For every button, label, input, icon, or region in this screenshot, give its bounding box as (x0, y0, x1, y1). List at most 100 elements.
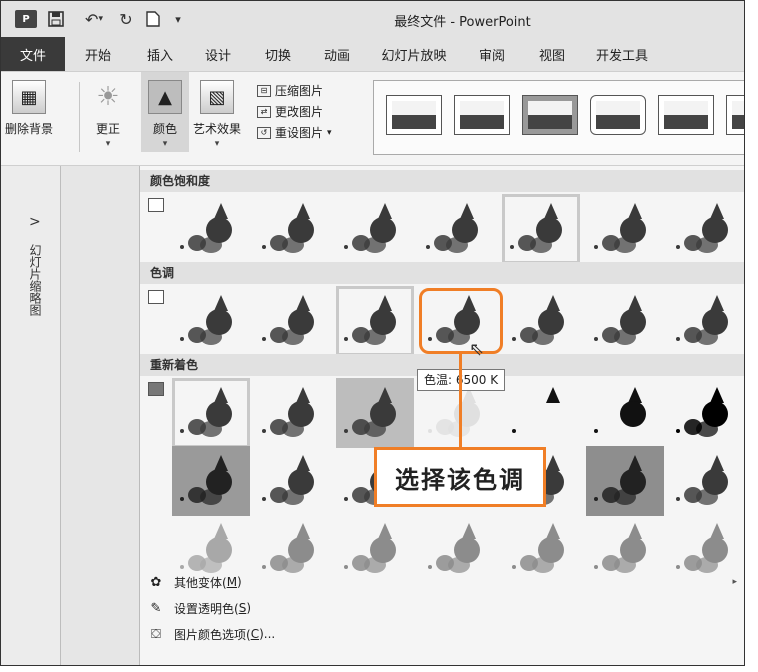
set-transparent-label: 设置透明色( (174, 601, 239, 616)
color-options-ellipsis: )... (259, 627, 276, 641)
color-options-label: 图片颜色选项( (174, 627, 251, 642)
saturation-header: 颜色饱和度 (140, 170, 744, 192)
remove-background-button[interactable]: ▦ 删除背景 (5, 80, 53, 137)
compress-label: 压缩图片 (275, 84, 324, 98)
picture-adjust-list: ⊟ 压缩图片 ⇄ 更改图片 ↺ 重设图片 ▾ (257, 82, 332, 141)
corrections-label: 更正 (95, 122, 120, 136)
picture-color-options-menu-item[interactable]: ⛋ 图片颜色选项(C)... (140, 622, 744, 646)
reset-picture-icon: ↺ (257, 126, 271, 139)
color-options-accel-key: C (250, 627, 260, 641)
recolor-grayscale-thumb[interactable] (254, 378, 332, 448)
recolor-none-thumb[interactable] (172, 378, 250, 448)
tone-current-thumb[interactable] (336, 286, 414, 356)
tab-animations[interactable]: 动画 (309, 37, 365, 71)
callout-connector (459, 353, 462, 447)
more-variants-menu-item[interactable]: ✿ 其他变体(M) ▸ (140, 570, 744, 594)
submenu-arrow-icon: ▸ (732, 577, 737, 587)
recolor-dark-thumb[interactable] (586, 446, 664, 516)
tone-thumb[interactable] (254, 286, 332, 356)
corrections-button[interactable]: ☀ 更正 ▾ (91, 80, 125, 149)
more-variants-accel-key: M (226, 575, 238, 589)
saturation-33-thumb[interactable] (254, 194, 332, 264)
picture-style-thumb[interactable] (454, 95, 510, 135)
dropdown-caret-icon: ▾ (214, 139, 220, 149)
title-bar: P ↶ ▾ ↻ ▾ 最终文件 - PowerPoint (1, 1, 744, 37)
artistic-effects-button[interactable]: ▧ 艺术效果 ▾ (193, 80, 241, 149)
more-variants-label: 其他变体( (174, 575, 227, 590)
picture-style-thumb[interactable] (590, 95, 646, 135)
recolor-bw75-thumb[interactable] (668, 378, 744, 448)
picture-style-thumb[interactable] (522, 95, 578, 135)
set-transparent-menu-item[interactable]: ✎ 设置透明色(S) (140, 596, 744, 620)
change-picture-icon: ⇄ (257, 105, 271, 118)
reset-label: 重设图片 (275, 126, 324, 140)
tab-design[interactable]: 设计 (189, 37, 247, 71)
color-button[interactable]: ▲ 颜色 ▾ (141, 72, 189, 152)
recolor-bw25-thumb[interactable] (504, 378, 582, 448)
slide-area-background (61, 166, 139, 665)
selected-tone-highlight (419, 288, 503, 354)
artistic-effects-icon: ▧ (200, 80, 234, 114)
dropdown-caret-icon: ▾ (327, 127, 332, 138)
dropdown-caret-icon: ▾ (162, 139, 168, 149)
expand-pane-chevron-icon[interactable]: > (29, 214, 41, 230)
compress-pictures-button[interactable]: ⊟ 压缩图片 (257, 82, 332, 99)
saturation-400-thumb[interactable] (668, 194, 744, 264)
picture-style-thumb[interactable] (726, 95, 744, 135)
picture-styles-gallery (373, 80, 744, 155)
powerpoint-window: P ↶ ▾ ↻ ▾ 最终文件 - PowerPoint 文件 开始 插入 设计 切… (0, 0, 745, 666)
tone-header: 色调 (140, 262, 744, 284)
tab-insert[interactable]: 插入 (131, 37, 189, 71)
color-label: 颜色 (152, 122, 177, 136)
remove-background-label: 删除背景 (5, 122, 54, 136)
set-transparent-paren: ) (246, 601, 251, 615)
tab-file[interactable]: 文件 (1, 37, 65, 71)
color-wheel-icon: ✿ (150, 574, 162, 590)
more-variants-paren: ) (237, 575, 242, 589)
compress-icon: ⊟ (257, 84, 271, 97)
saturation-66-thumb[interactable] (336, 194, 414, 264)
reset-picture-button[interactable]: ↺ 重设图片 ▾ (257, 124, 332, 141)
saturation-0-thumb[interactable] (172, 194, 250, 264)
saturation-options-icon (148, 198, 164, 212)
instruction-callout: 选择该色调 (374, 447, 546, 507)
tab-home[interactable]: 开始 (65, 37, 131, 71)
change-label: 更改图片 (275, 105, 324, 119)
color-dropdown-gallery: 颜色饱和度 色调 重新着色 ✿ 其他变体(M) ▸ ✎ 设置透明色(S)… (139, 166, 744, 665)
recolor-bw50-thumb[interactable] (586, 378, 664, 448)
artistic-effects-label: 艺术效果 (193, 122, 242, 136)
tone-thumb[interactable] (504, 286, 582, 356)
saturation-100-thumb[interactable] (418, 194, 496, 264)
set-transparent-accel-key: S (238, 601, 247, 615)
tone-thumb[interactable] (668, 286, 744, 356)
recolor-sepia-thumb[interactable] (336, 378, 414, 448)
tab-slideshow[interactable]: 幻灯片放映 (365, 37, 463, 71)
tone-thumb[interactable] (586, 286, 664, 356)
change-picture-button[interactable]: ⇄ 更改图片 (257, 103, 332, 120)
saturation-300-thumb[interactable] (586, 194, 664, 264)
tab-transitions[interactable]: 切换 (247, 37, 309, 71)
picture-style-thumb[interactable] (658, 95, 714, 135)
tab-developer[interactable]: 开发工具 (583, 37, 661, 71)
recolor-dark-thumb[interactable] (668, 446, 744, 516)
remove-background-icon: ▦ (12, 80, 46, 114)
sun-icon: ☀ (96, 82, 120, 112)
recolor-dark-thumb[interactable] (172, 446, 250, 516)
saturation-selected-thumb[interactable] (502, 194, 580, 264)
tone-options-icon (148, 290, 164, 304)
picture-style-thumb[interactable] (386, 95, 442, 135)
mouse-cursor-icon: ⇖ (469, 339, 485, 360)
ribbon-body: ▦ 删除背景 ☀ 更正 ▾ ▲ 颜色 ▾ ▧ 艺术效果 ▾ ⊟ 压缩图片 ⇄ 更改图… (1, 71, 744, 166)
tab-review[interactable]: 审阅 (463, 37, 521, 71)
transparent-pen-icon: ✎ (150, 600, 162, 616)
ribbon-separator (79, 82, 80, 152)
tab-view[interactable]: 视图 (521, 37, 583, 71)
color-picture-icon: ▲ (148, 80, 182, 114)
tone-thumb[interactable] (172, 286, 250, 356)
paint-bucket-icon: ⛋ (151, 626, 161, 642)
dropdown-caret-icon: ▾ (105, 139, 111, 149)
recolor-options-icon (148, 382, 164, 396)
slide-thumbnail-pane: > 幻灯片缩略图 (1, 166, 61, 665)
ribbon-tabs: 文件 开始 插入 设计 切换 动画 幻灯片放映 审阅 视图 开发工具 (1, 37, 744, 71)
recolor-dark-thumb[interactable] (254, 446, 332, 516)
